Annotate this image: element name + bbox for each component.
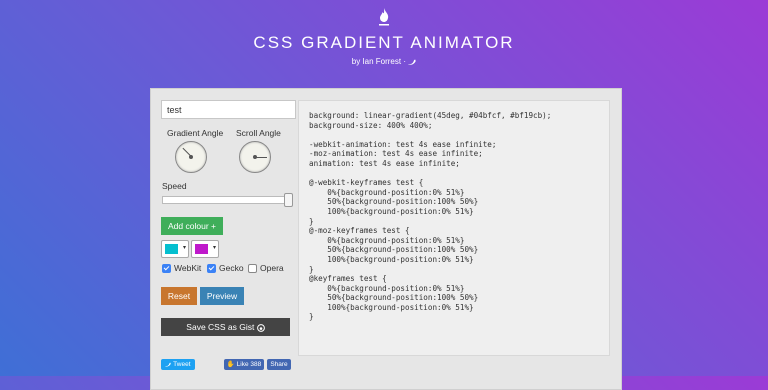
colour-swatch-magenta [195, 244, 208, 254]
colour-swatch-cyan [165, 244, 178, 254]
save-gist-button[interactable]: Save CSS as Gist [161, 318, 290, 336]
speed-slider[interactable] [162, 193, 293, 207]
speed-slider-thumb[interactable] [284, 193, 293, 207]
opera-checkbox[interactable]: Opera [248, 263, 284, 274]
twitter-bird-icon [165, 362, 172, 367]
checkbox-box[interactable] [207, 264, 216, 274]
thumbs-up-icon: ✋ [226, 361, 235, 368]
github-icon [256, 323, 265, 332]
gradient-angle-label: Gradient Angle [167, 128, 224, 138]
css-output-code[interactable]: background: linear-gradient(45deg, #04bf… [298, 100, 610, 356]
colour-picker-1[interactable]: ▾ [161, 240, 189, 258]
webkit-label: WebKit [174, 263, 202, 273]
page-title: CSS GRADIENT ANIMATOR [253, 33, 515, 52]
tweet-button[interactable]: Tweet [161, 359, 195, 370]
gradient-angle-knob[interactable] [175, 141, 207, 173]
scroll-angle-label: Scroll Angle [236, 128, 281, 138]
reset-button[interactable]: Reset [161, 287, 197, 305]
knob-center-dot [189, 155, 193, 159]
editor-panel: Gradient Angle Scroll Angle Speed Add co… [150, 88, 622, 390]
knob-center-dot [253, 155, 257, 159]
tweet-label: Tweet [173, 361, 191, 368]
facebook-share-button[interactable]: Share [267, 359, 291, 370]
checkbox-box[interactable] [162, 264, 171, 274]
byline-text: by Ian Forrest · [351, 57, 406, 66]
flame-logo-icon [379, 8, 389, 26]
facebook-like-button[interactable]: ✋ Like 388 [224, 359, 264, 370]
speed-label: Speed [162, 181, 187, 191]
opera-label: Opera [260, 263, 284, 273]
preview-button[interactable]: Preview [200, 287, 244, 305]
chevron-down-icon: ▾ [182, 245, 186, 251]
webkit-checkbox[interactable]: WebKit [162, 263, 202, 274]
animation-name-input[interactable] [161, 100, 296, 119]
save-gist-label: Save CSS as Gist [186, 322, 255, 332]
colour-picker-2[interactable]: ▾ [191, 240, 219, 258]
gecko-label: Gecko [219, 263, 244, 273]
twitter-bird-icon[interactable] [408, 59, 417, 65]
checkbox-box[interactable] [248, 264, 257, 274]
byline: by Ian Forrest · [0, 57, 768, 66]
scroll-angle-knob[interactable] [239, 141, 271, 173]
chevron-down-icon: ▾ [212, 245, 216, 251]
add-colour-button[interactable]: Add colour + [161, 217, 223, 235]
gecko-checkbox[interactable]: Gecko [207, 263, 244, 274]
like-label: Like 388 [236, 361, 262, 368]
